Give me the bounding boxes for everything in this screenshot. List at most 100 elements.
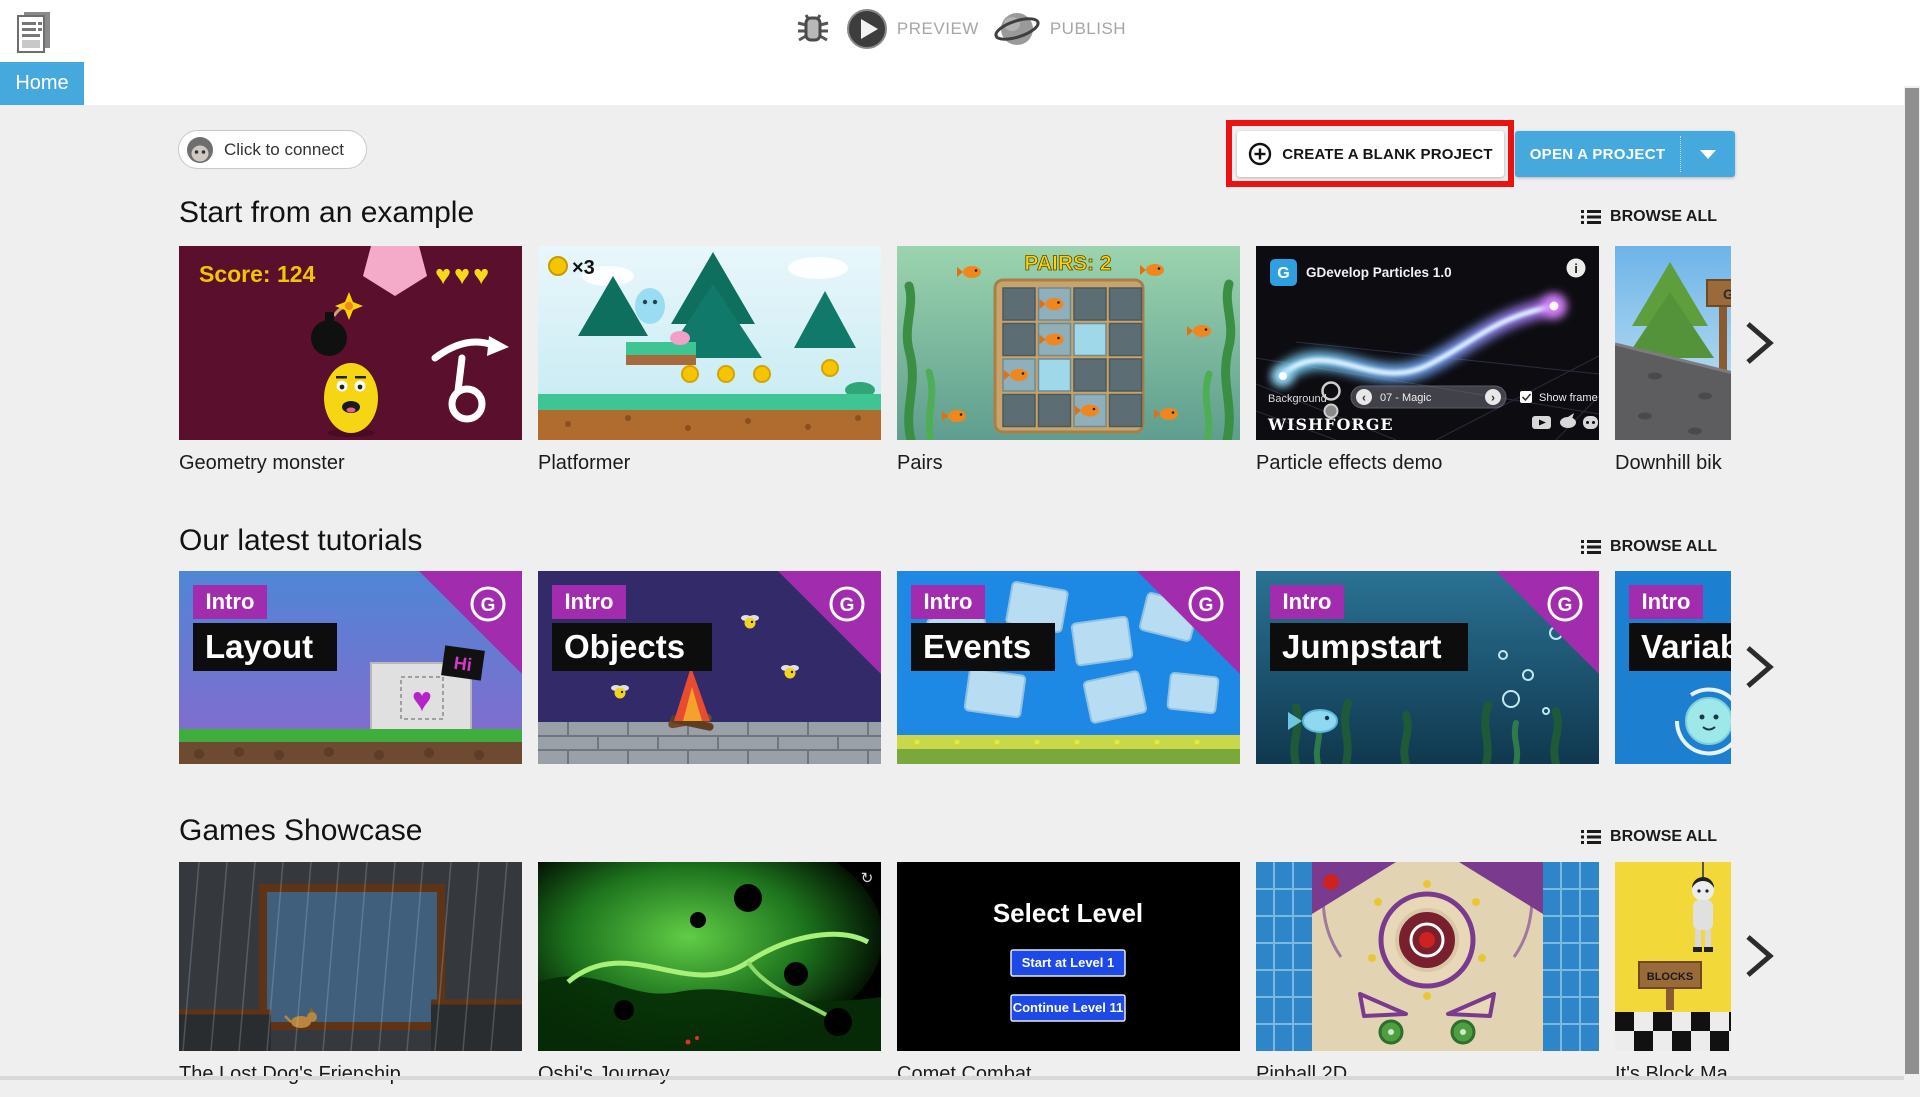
plus-circle-icon	[1249, 142, 1272, 166]
svg-text:♥: ♥	[412, 681, 432, 719]
create-blank-label: CREATE A BLANK PROJECT	[1282, 145, 1493, 163]
card-comet-combat[interactable]: Select Level Start at Level 1 Continue L…	[897, 862, 1240, 1097]
pairs-art: PAIRS: 2	[897, 246, 1240, 440]
blocks-art: BLOCKS	[1615, 862, 1731, 1051]
card-lost-dog[interactable]: The Lost Dog's Frienship	[179, 862, 522, 1097]
tutorial-badge-text: Intro	[1283, 589, 1332, 614]
gdevelop-logo-letter: G	[1277, 265, 1289, 282]
blocks-sign-text: BLOCKS	[1647, 971, 1693, 983]
section-title-showcase: Games Showcase	[179, 814, 423, 847]
card-tutorial-objects[interactable]: G Intro Objects	[538, 571, 881, 764]
card-particle-effects-demo[interactable]: G GDevelop Particles 1.0 i Background ‹ …	[1256, 246, 1599, 486]
open-project-label: OPEN A PROJECT	[1529, 145, 1666, 163]
card-platformer[interactable]: ×3 Platformer	[538, 246, 881, 486]
preset-next-icon: ›	[1491, 391, 1495, 405]
preset-name-text: 07 - Magic	[1380, 392, 1432, 404]
toolbar-center: PREVIEW PUBLISH	[0, 6, 1920, 52]
select-level-title: Select Level	[993, 898, 1143, 928]
card-tutorial-events[interactable]: G Intro Events	[897, 571, 1240, 764]
connect-button[interactable]: Click to connect	[178, 130, 367, 169]
open-project-button[interactable]: OPEN A PROJECT	[1515, 131, 1735, 177]
show-frame-label: Show frame	[1539, 392, 1598, 404]
planet-icon	[994, 13, 1040, 45]
tutorial-badge-text: Intro	[206, 589, 255, 614]
carousel-next-examples[interactable]	[1741, 320, 1777, 366]
vertical-scrollbar[interactable]	[1904, 86, 1920, 1080]
card-title: It's Block Ma	[1615, 1063, 1728, 1085]
pairs-score-text: PAIRS: 2	[1024, 252, 1111, 275]
card-geometry-monster[interactable]: Score: 124 ♥♥♥ Geometry monster	[179, 246, 522, 486]
bottom-edge	[0, 1076, 1904, 1080]
card-pinball-2d[interactable]: Pinball 2D	[1256, 862, 1599, 1097]
list-icon	[1581, 830, 1602, 844]
card-tutorial-variables[interactable]: +1 G Intro Variab	[1615, 571, 1731, 764]
tutorial-title-text: Variab	[1641, 628, 1731, 665]
continue-level-button: Continue Level 11	[1013, 1000, 1124, 1015]
start-level-button: Start at Level 1	[1022, 955, 1115, 970]
create-blank-project-button[interactable]: CREATE A BLANK PROJECT	[1237, 131, 1504, 177]
card-downhill-bike[interactable]: G Downhill bik	[1615, 246, 1731, 486]
browse-all-examples[interactable]: BROWSE ALL	[1581, 208, 1717, 226]
card-title: Comet Combat	[897, 1063, 1032, 1085]
tutorial-title-text: Jumpstart	[1282, 628, 1442, 665]
lost-dog-art	[179, 862, 522, 1051]
gdevelop-corner-logo: G	[840, 595, 855, 616]
card-tutorial-layout[interactable]: ♥ Hi G Intro Layout	[179, 571, 522, 764]
tutorial-layout-art: ♥ Hi G Intro Layout	[179, 571, 522, 764]
tutorial-variables-art: +1 G Intro Variab	[1615, 571, 1731, 764]
tutorial-badge-text: Intro	[565, 589, 614, 614]
browse-all-showcase[interactable]: BROWSE ALL	[1581, 828, 1717, 846]
restart-icon: ↻	[861, 870, 874, 887]
open-project-dropdown[interactable]	[1681, 131, 1735, 177]
sign-letter-text: G	[1723, 286, 1731, 302]
card-title: The Lost Dog's Frienship	[179, 1063, 401, 1085]
publish-label: PUBLISH	[1049, 19, 1127, 38]
score-text: Score: 124	[199, 261, 316, 287]
play-icon	[846, 9, 887, 49]
card-title: Particle effects demo	[1256, 452, 1443, 474]
card-title: Pinball 2D	[1256, 1063, 1348, 1085]
browse-all-tutorials[interactable]: BROWSE ALL	[1581, 538, 1717, 556]
comet-combat-art: Select Level Start at Level 1 Continue L…	[897, 862, 1240, 1051]
coin-count-text: ×3	[572, 257, 595, 279]
particle-demo-art: G GDevelop Particles 1.0 i Background ‹ …	[1256, 246, 1599, 440]
scrollbar-thumb[interactable]	[1905, 88, 1919, 1074]
card-its-block-mania[interactable]: BLOCKS It's Block Ma	[1615, 862, 1731, 1097]
preview-button[interactable]: PREVIEW	[846, 8, 979, 50]
downhill-art: G	[1615, 246, 1731, 440]
background-label: Background	[1268, 393, 1327, 405]
card-title: Geometry monster	[179, 452, 345, 474]
card-title: Platformer	[538, 452, 631, 474]
gdevelop-corner-logo: G	[1558, 595, 1573, 616]
examples-carousel: Score: 124 ♥♥♥ Geometry monster ×3 Platf…	[179, 246, 1731, 486]
tutorials-carousel: ♥ Hi G Intro Layout G Intro Objects G In…	[179, 571, 1731, 764]
carousel-next-showcase[interactable]	[1741, 933, 1777, 979]
info-icon: i	[1574, 261, 1578, 276]
publish-button[interactable]: PUBLISH	[993, 8, 1126, 50]
avatar-icon	[187, 136, 213, 163]
platformer-art: ×3	[538, 246, 881, 440]
lives-hearts-icon: ♥♥♥	[435, 260, 492, 290]
connect-label: Click to connect	[224, 139, 344, 159]
card-oshis-journey[interactable]: ↻ Oshi's Journey	[538, 862, 881, 1097]
section-title-examples: Start from an example	[179, 196, 475, 229]
preview-label: PREVIEW	[896, 19, 979, 38]
header: PREVIEW PUBLISH Home	[0, 0, 1920, 105]
tutorial-objects-art: G Intro Objects	[538, 571, 881, 764]
card-pairs[interactable]: PAIRS: 2 Pairs	[897, 246, 1240, 486]
tutorial-title-text: Layout	[205, 628, 313, 665]
carousel-next-tutorials[interactable]	[1741, 644, 1777, 690]
tab-home[interactable]: Home	[0, 62, 84, 105]
oshi-art: ↻	[538, 862, 881, 1051]
tutorial-jumpstart-art: G Intro Jumpstart	[1256, 571, 1599, 764]
showcase-carousel: The Lost Dog's Frienship ↻ Oshi's Journe…	[179, 862, 1731, 1097]
debug-button[interactable]	[794, 10, 832, 48]
chevron-down-icon	[1700, 149, 1716, 159]
tutorial-events-art: G Intro Events	[897, 571, 1240, 764]
card-title: Downhill bik	[1615, 452, 1722, 474]
chevron-right-icon	[1746, 646, 1774, 688]
bug-icon	[797, 14, 829, 42]
tutorial-title-text: Events	[923, 628, 1031, 665]
geometry-monster-art: Score: 124 ♥♥♥	[179, 246, 522, 440]
card-tutorial-jumpstart[interactable]: G Intro Jumpstart	[1256, 571, 1599, 764]
